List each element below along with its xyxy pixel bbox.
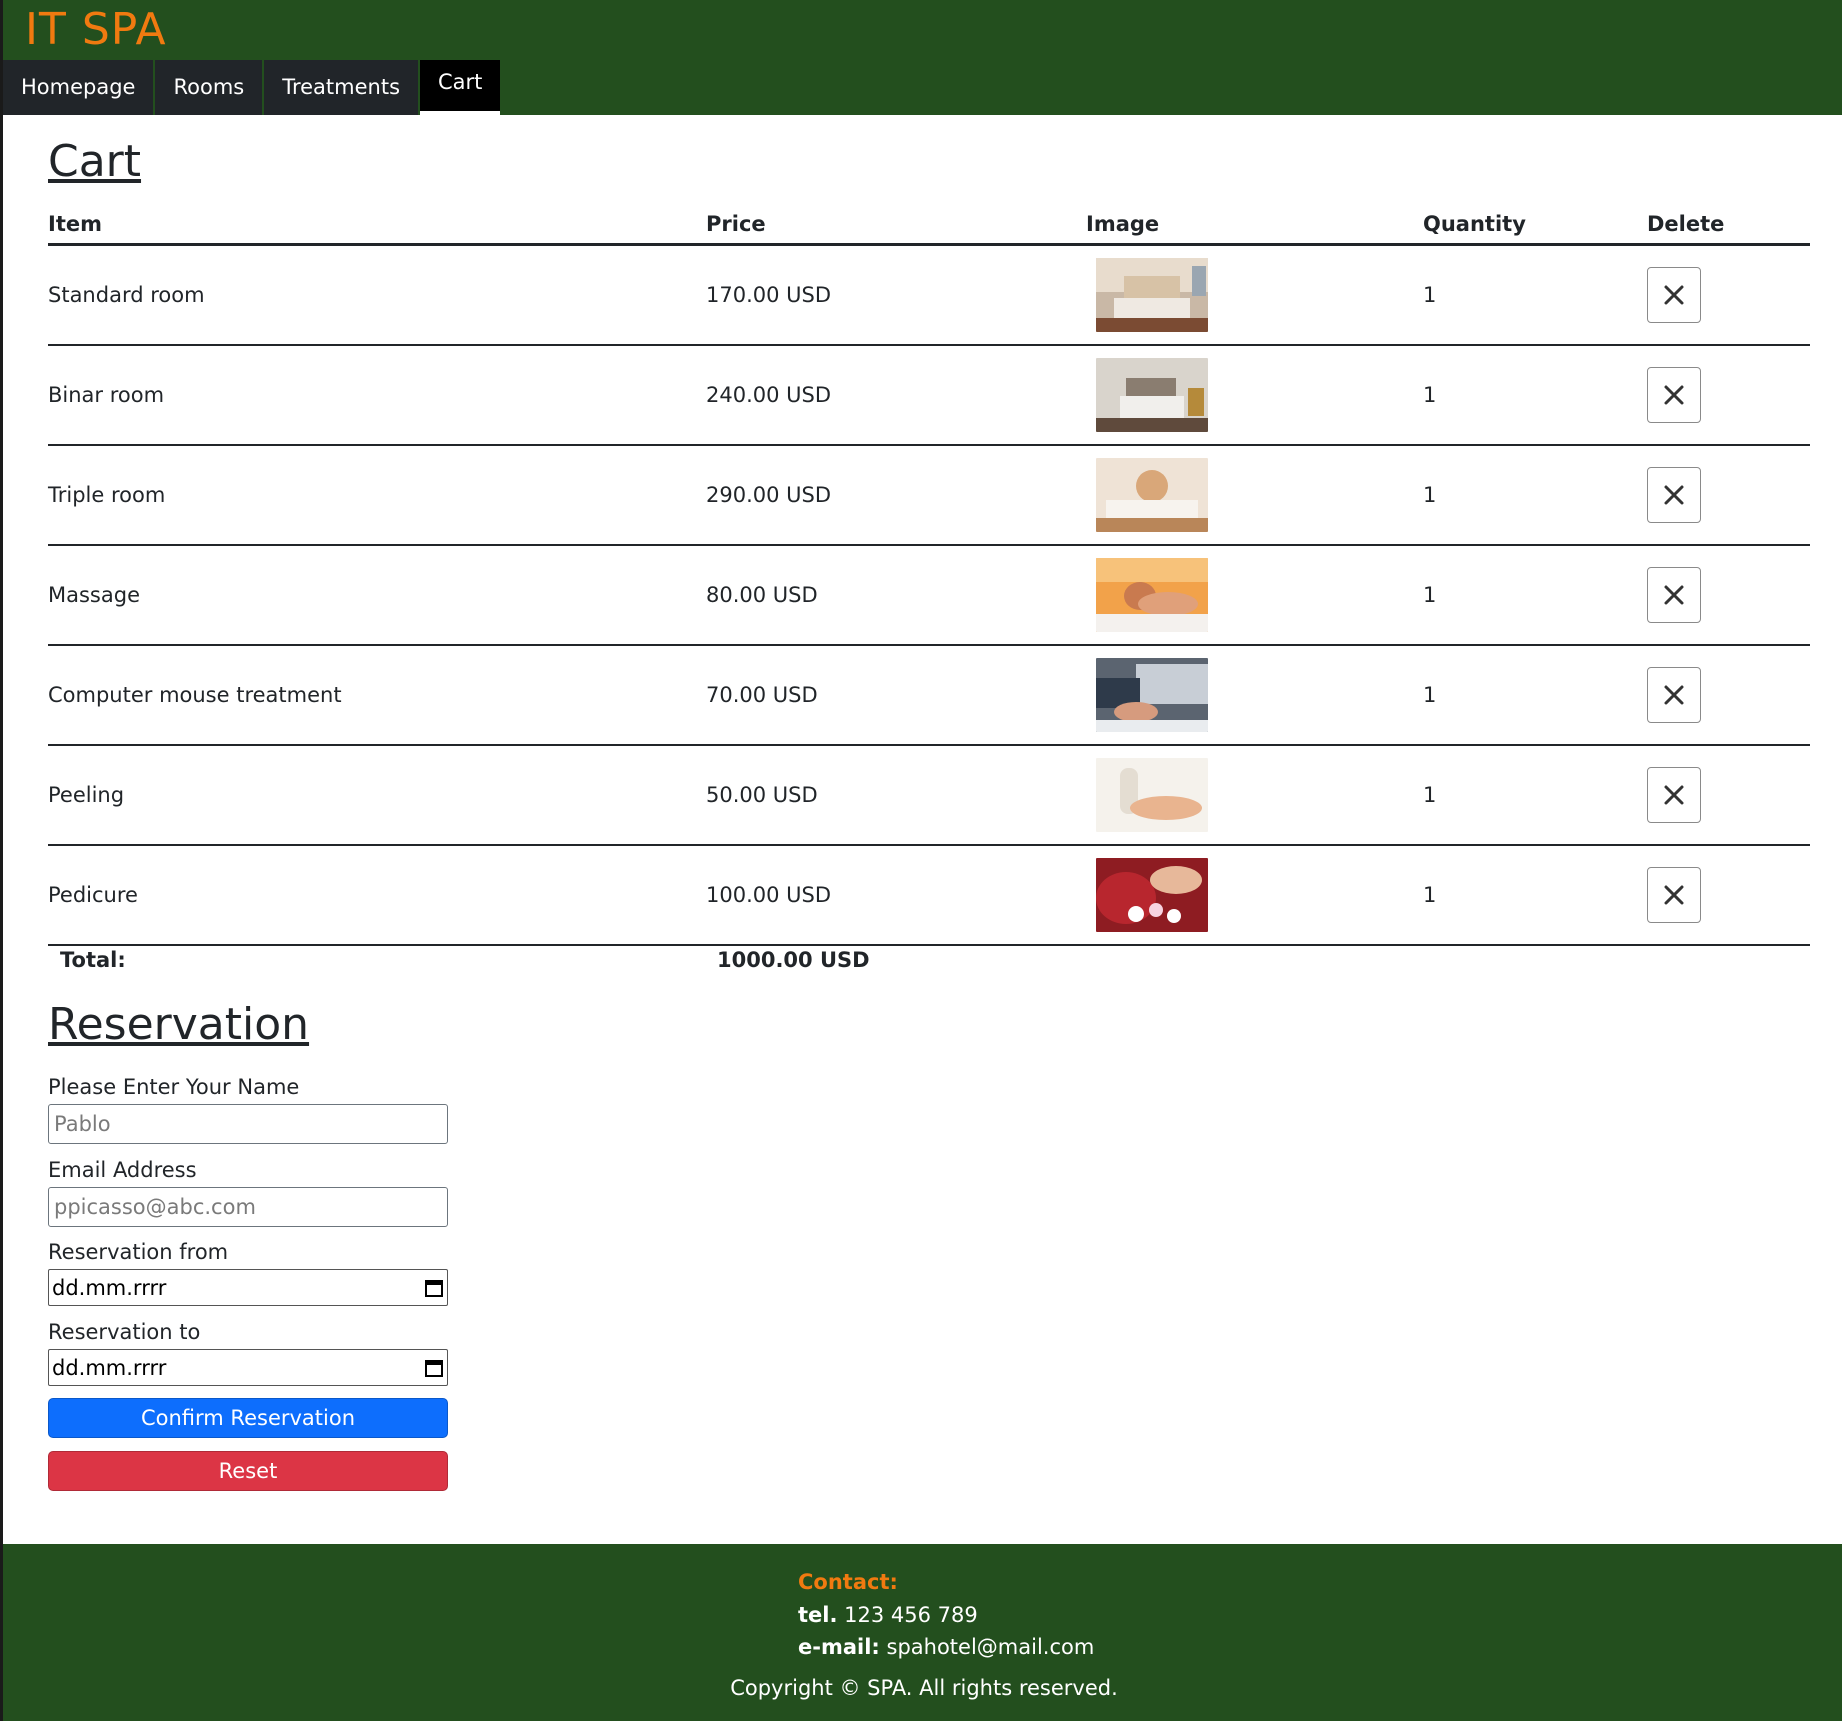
header-price: Price [706,205,1086,246]
item-price: 290.00 USD [706,445,1086,546]
nav-item-homepage[interactable]: Homepage [3,60,154,115]
email-value[interactable]: spahotel@mail.com [887,1635,1095,1659]
total-value: 1000.00 USD [717,948,870,972]
table-row: Pedicure 100.00 USD 1 [48,845,1810,946]
item-name: Binar room [48,345,706,446]
confirm-reservation-button[interactable]: Confirm Reservation [48,1398,448,1438]
close-icon [1664,485,1684,505]
main-nav: Homepage Rooms Treatments Cart [3,60,502,115]
delete-button[interactable] [1647,367,1701,423]
item-quantity: 1 [1423,244,1647,346]
contact-email: e-mail: spahotel@mail.com [798,1635,1094,1659]
contact-tel: tel. 123 456 789 [798,1603,978,1627]
tel-value: 123 456 789 [844,1603,978,1627]
reservation-from-input[interactable]: dd.mm.rrrr [48,1269,448,1306]
item-quantity: 1 [1423,645,1647,746]
reservation-title: Reservation [48,999,310,1050]
computer-photo [1096,658,1208,732]
bedroom-photo [1096,358,1208,432]
delete-button[interactable] [1647,567,1701,623]
reservation-from-label: Reservation from [48,1240,229,1264]
reservation-to-label: Reservation to [48,1320,201,1344]
table-row: Triple room 290.00 USD 1 [48,445,1810,546]
table-row: Massage 80.00 USD 1 [48,545,1810,646]
reservation-to-input[interactable]: dd.mm.rrrr [48,1349,448,1386]
bedroom-photo [1096,458,1208,532]
table-row: Computer mouse treatment 70.00 USD 1 [48,645,1810,746]
contact-title: Contact: [798,1570,898,1594]
email-label: Email Address [48,1158,197,1182]
nav-item-rooms[interactable]: Rooms [155,60,263,115]
item-quantity: 1 [1423,845,1647,946]
item-name: Standard room [48,244,706,346]
item-price: 50.00 USD [706,745,1086,846]
item-price: 170.00 USD [706,244,1086,346]
close-icon [1664,385,1684,405]
item-name: Pedicure [48,845,706,946]
nav-item-treatments[interactable]: Treatments [264,60,419,115]
calendar-icon[interactable] [424,1358,444,1378]
site-footer: Contact: tel. 123 456 789 e-mail: spahot… [3,1544,1842,1721]
delete-button[interactable] [1647,467,1701,523]
header-item: Item [48,205,706,246]
nav-item-cart-label: Cart [438,70,483,94]
cart-title: Cart [48,136,142,187]
header-delete: Delete [1647,205,1810,246]
item-name: Peeling [48,745,706,846]
close-icon [1664,685,1684,705]
delete-button[interactable] [1647,867,1701,923]
calendar-icon[interactable] [424,1278,444,1298]
site-logo[interactable]: IT SPA [25,4,167,55]
item-name: Massage [48,545,706,646]
close-icon [1664,885,1684,905]
peeling-photo [1096,758,1208,832]
reservation-to-value: dd.mm.rrrr [52,1355,167,1380]
delete-button[interactable] [1647,667,1701,723]
header-image: Image [1086,205,1423,246]
cart-table: Item Price Image Quantity Delete Standar… [48,205,1810,946]
reset-button[interactable]: Reset [48,1451,448,1491]
massage-photo [1096,558,1208,632]
close-icon [1664,785,1684,805]
item-quantity: 1 [1423,345,1647,446]
delete-button[interactable] [1647,267,1701,323]
item-price: 70.00 USD [706,645,1086,746]
name-input[interactable]: Pablo [48,1104,448,1144]
tel-label: tel. [798,1603,838,1627]
item-price: 240.00 USD [706,345,1086,446]
close-icon [1664,585,1684,605]
item-price: 100.00 USD [706,845,1086,946]
email-label: e-mail: [798,1635,880,1659]
total-label: Total: [60,948,126,972]
email-input[interactable]: ppicasso@abc.com [48,1187,448,1227]
site-header: IT SPA Homepage Rooms Treatments Cart [3,0,1842,115]
item-quantity: 1 [1423,445,1647,546]
header-quantity: Quantity [1423,205,1647,246]
nav-item-cart[interactable]: Cart [420,60,501,115]
bedroom-photo [1096,258,1208,332]
table-row: Peeling 50.00 USD 1 [48,745,1810,846]
table-row: Binar room 240.00 USD 1 [48,345,1810,446]
reservation-from-value: dd.mm.rrrr [52,1275,167,1300]
name-label: Please Enter Your Name [48,1075,300,1099]
item-quantity: 1 [1423,545,1647,646]
cart-table-header: Item Price Image Quantity Delete [48,205,1810,246]
item-name: Computer mouse treatment [48,645,706,746]
item-name: Triple room [48,445,706,546]
delete-button[interactable] [1647,767,1701,823]
copyright: Copyright © SPA. All rights reserved. [730,1676,1118,1700]
item-price: 80.00 USD [706,545,1086,646]
item-quantity: 1 [1423,745,1647,846]
close-icon [1664,285,1684,305]
table-row: Standard room 170.00 USD 1 [48,244,1810,346]
pedicure-photo [1096,858,1208,932]
